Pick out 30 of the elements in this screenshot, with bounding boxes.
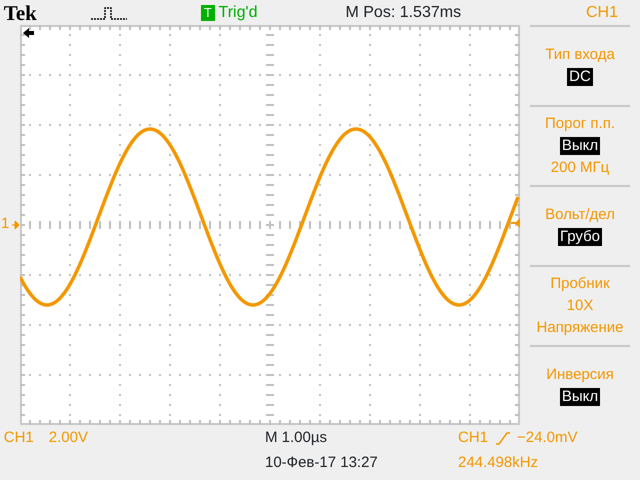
menu-value: 10X — [566, 297, 594, 315]
menu-title: Тип входа — [545, 46, 615, 64]
menu-value: Грубо — [558, 228, 602, 246]
pulse-icon — [90, 6, 127, 20]
trigger-source: CH1 — [458, 428, 488, 447]
menu-title: Пробник — [550, 275, 610, 294]
arrow-icon — [12, 221, 19, 229]
trigger-badge: T — [200, 4, 215, 20]
menu-value: Напряжение — [536, 318, 624, 337]
menu-title: Вольт/дел — [545, 206, 615, 224]
menu-value: DC — [567, 68, 593, 86]
rising-edge-icon — [496, 430, 510, 445]
logo: Tek — [4, 4, 37, 22]
trigger-status: Trig'd — [218, 4, 258, 22]
menu-value: Выкл — [560, 137, 600, 155]
menu-title: Инверсия — [546, 366, 614, 384]
position-readout: M Pos: 1.537ms — [345, 4, 462, 22]
date-time: 10-Фев-17 13:27 — [265, 454, 378, 472]
menu-value: 200 МГц — [550, 158, 610, 177]
trigger-level: −24.0mV — [517, 428, 578, 447]
channel-marker: 1 — [1, 215, 10, 233]
timebase: M 1.00µs — [265, 428, 327, 446]
frequency: 244.498kHz — [458, 454, 538, 472]
trigger-level-icon — [511, 218, 520, 228]
channel-label: CH1 — [586, 4, 618, 22]
menu-value: Выкл — [560, 388, 600, 406]
channel-label: CH1 — [4, 428, 34, 447]
volts-per-div: 2.00V — [48, 428, 88, 447]
trigger-position-icon — [23, 28, 34, 38]
menu-title: Порог п.п. — [544, 115, 616, 134]
